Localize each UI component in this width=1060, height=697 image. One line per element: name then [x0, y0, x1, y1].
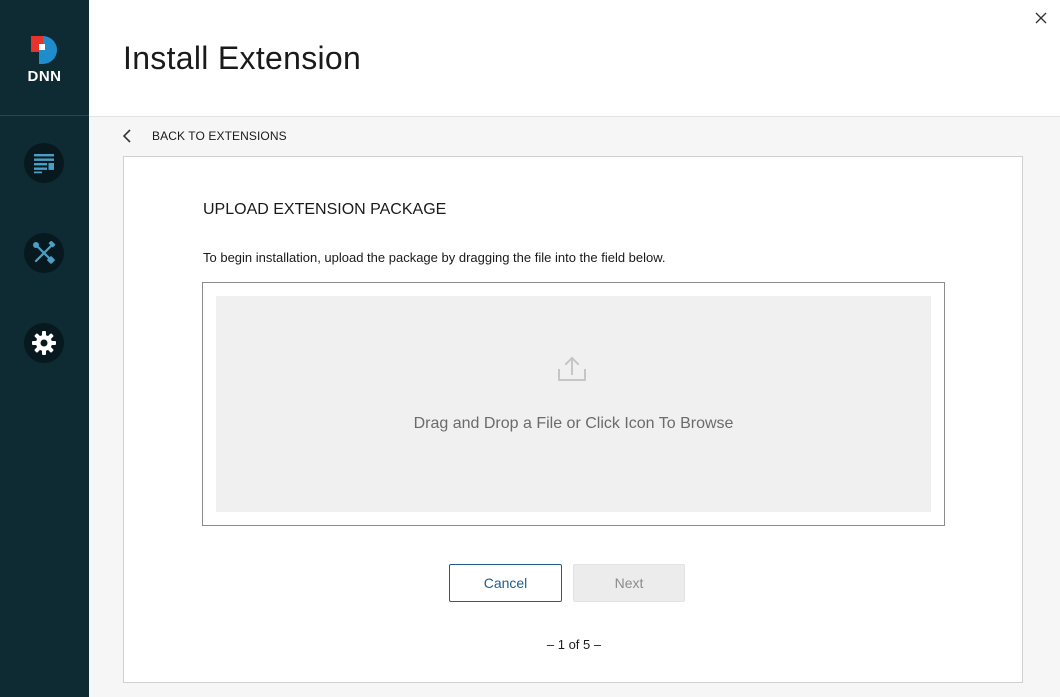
file-drop-zone[interactable]: Drag and Drop a File or Click Icon To Br…: [216, 296, 931, 512]
back-link-label: BACK TO EXTENSIONS: [152, 129, 287, 143]
sidebar: DNN: [0, 0, 89, 697]
back-to-extensions-link[interactable]: BACK TO EXTENSIONS: [122, 128, 287, 144]
upload-icon[interactable]: [557, 354, 587, 382]
install-extension-app: DNN Install Extension BACK TO EXTENSIONS…: [0, 0, 1060, 697]
cancel-button[interactable]: Cancel: [449, 564, 562, 602]
main-content: BACK TO EXTENSIONS UPLOAD EXTENSION PACK…: [89, 117, 1060, 697]
close-icon[interactable]: [1032, 9, 1050, 27]
dnn-logo: DNN: [0, 0, 89, 116]
logo-text: DNN: [27, 68, 62, 85]
gear-icon: [32, 331, 56, 355]
drop-zone-frame: Drag and Drop a File or Click Icon To Br…: [202, 282, 945, 526]
page-title: Install Extension: [123, 40, 362, 76]
wrench-screwdriver-icon: [33, 241, 56, 264]
sidebar-item-settings[interactable]: [24, 323, 64, 363]
list-icon: [34, 154, 54, 174]
sidebar-item-tools[interactable]: [24, 233, 64, 273]
sidebar-item-content[interactable]: [24, 143, 64, 183]
dnn-logo-icon: [31, 36, 57, 64]
section-title: UPLOAD EXTENSION PACKAGE: [203, 201, 447, 218]
step-indicator: – 1 of 5 –: [546, 637, 602, 652]
upload-instructions: To begin installation, upload the packag…: [203, 250, 666, 265]
upload-panel: UPLOAD EXTENSION PACKAGE To begin instal…: [123, 156, 1023, 683]
drop-zone-text: Drag and Drop a File or Click Icon To Br…: [413, 415, 734, 432]
chevron-left-icon: [122, 129, 131, 143]
next-button[interactable]: Next: [573, 564, 685, 602]
page-header: Install Extension: [89, 0, 1060, 117]
